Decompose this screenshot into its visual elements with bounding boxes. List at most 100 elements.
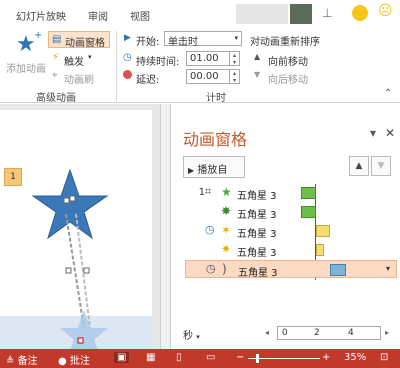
motion-path-icon: ) bbox=[222, 262, 227, 276]
notes-button[interactable]: ≜ 备注 bbox=[6, 352, 38, 367]
zoom-in-icon[interactable]: + bbox=[322, 352, 330, 363]
move-later-button[interactable]: ▼ 向后移动 bbox=[254, 69, 324, 86]
timeline-bar[interactable] bbox=[330, 264, 346, 276]
delay-value: 00.00 bbox=[190, 71, 219, 82]
selection-handle bbox=[83, 267, 90, 274]
row-name: 五角星 3 bbox=[237, 248, 277, 259]
row-name: 五角星 3 bbox=[237, 210, 277, 221]
emphasis-star-icon: ✷ bbox=[221, 242, 232, 256]
account-area[interactable] bbox=[236, 4, 288, 24]
clock-icon: ◷ bbox=[205, 223, 215, 236]
duration-input[interactable]: 01.00 bbox=[186, 51, 230, 66]
play-from-label: 播放自 bbox=[197, 165, 228, 176]
normal-view-icon[interactable]: ▣ bbox=[114, 352, 130, 363]
collapse-ribbon-icon[interactable]: ⌃ bbox=[384, 88, 392, 99]
timeline-bar[interactable] bbox=[316, 244, 324, 256]
status-bar: ≜ 备注 ● 批注 ▣ ▦ ▯ ▭ − + 35% ⊡ bbox=[0, 349, 400, 368]
row-number: 1 bbox=[198, 187, 205, 198]
fit-to-window-icon[interactable]: ⊡ bbox=[380, 352, 388, 363]
chevron-down-icon: ▾ bbox=[88, 53, 92, 61]
animation-pane-label: 动画窗格 bbox=[65, 38, 105, 49]
avatar[interactable] bbox=[290, 4, 312, 24]
animation-row[interactable]: 1 ⌗ ★ 五角星 3 bbox=[185, 184, 397, 202]
timeline-bar[interactable] bbox=[301, 206, 316, 218]
slide-sorter-icon[interactable]: ▦ bbox=[146, 352, 155, 363]
star-shape bbox=[31, 168, 109, 240]
tab-view[interactable]: 视图 bbox=[130, 8, 150, 23]
animation-painter-button[interactable]: ⌖ 动画刷 bbox=[50, 69, 110, 86]
animation-row[interactable]: ✸ 五角星 3 bbox=[185, 203, 397, 221]
animation-pane: 动画窗格 ▾ ✕ ▶ 播放自 ▲ ▼ 1 ⌗ ★ 五角星 3 ✸ 五角星 3 ◷… bbox=[170, 104, 400, 349]
close-icon[interactable]: ✕ bbox=[385, 126, 395, 140]
pane-options-icon[interactable]: ▾ bbox=[370, 126, 376, 140]
mouse-click-icon: ⌗ bbox=[205, 185, 212, 198]
delay-spinner[interactable]: ▴ ▾ bbox=[230, 69, 240, 84]
chevron-down-icon[interactable]: ▾ bbox=[386, 264, 390, 273]
zoom-out-icon[interactable]: − bbox=[236, 352, 244, 363]
play-from-button[interactable]: ▶ 播放自 bbox=[183, 156, 245, 178]
animation-row-selected[interactable]: ◷ ) 五角星 3 ▾ bbox=[185, 260, 397, 279]
timeline-bar[interactable] bbox=[316, 225, 330, 237]
comments-label: 批注 bbox=[69, 356, 90, 367]
ruler-tick: 0 bbox=[282, 328, 288, 338]
move-earlier-label: 向前移动 bbox=[268, 57, 308, 68]
row-name: 五角星 3 bbox=[237, 229, 277, 240]
triangle-up-icon: ▲ bbox=[355, 161, 363, 171]
pin-icon[interactable]: ⊥ bbox=[322, 6, 332, 20]
notes-label: 备注 bbox=[17, 356, 38, 367]
animation-pane-button[interactable]: ▤ 动画窗格 bbox=[48, 31, 110, 49]
group-label-timing: 计时 bbox=[206, 93, 226, 104]
selection-handle bbox=[63, 197, 70, 204]
timeline-ruler[interactable]: 0 2 4 bbox=[277, 326, 381, 340]
delay-icon bbox=[123, 70, 132, 79]
emphasis-burst-icon: ✸ bbox=[221, 204, 232, 218]
comments-button[interactable]: ● 批注 bbox=[58, 352, 90, 367]
start-select[interactable]: 单击时 ▾ bbox=[164, 31, 242, 48]
star-icon: ★ bbox=[16, 32, 36, 57]
move-later-label: 向后移动 bbox=[268, 75, 308, 86]
smiley-icon[interactable] bbox=[352, 5, 368, 21]
animation-row[interactable]: ✷ 五角星 3 bbox=[185, 241, 397, 259]
selection-handle bbox=[77, 337, 84, 344]
ribbon: 幻灯片放映 审阅 视图 ⊥ ☹ ★ + 添加动画 ▤ 动画窗格 ⚡ 触发 ▾ ⌖… bbox=[0, 0, 400, 104]
trigger-button[interactable]: ⚡ 触发 ▾ bbox=[50, 51, 110, 68]
group-label-advanced: 高级动画 bbox=[36, 93, 76, 104]
duration-label: 持续时间: bbox=[136, 57, 180, 68]
start-label: 开始: bbox=[136, 37, 160, 48]
selection-handle bbox=[69, 195, 76, 202]
timeline-bar[interactable] bbox=[301, 187, 316, 199]
reading-view-icon[interactable]: ▯ bbox=[176, 352, 182, 363]
clock-icon: ◷ bbox=[206, 262, 216, 275]
move-up-button[interactable]: ▲ bbox=[349, 156, 369, 176]
zoom-slider-thumb[interactable] bbox=[256, 354, 259, 363]
plus-icon: + bbox=[34, 30, 43, 41]
animation-painter-label: 动画刷 bbox=[64, 75, 94, 86]
chevron-down-icon: ▾ bbox=[196, 333, 200, 341]
start-value: 单击时 bbox=[168, 37, 198, 48]
scroll-left-icon[interactable]: ◂ bbox=[265, 328, 269, 337]
delay-label: 延迟: bbox=[136, 75, 160, 86]
tab-review[interactable]: 审阅 bbox=[88, 8, 108, 23]
scroll-right-icon[interactable]: ▸ bbox=[385, 328, 389, 337]
play-icon: ▶ bbox=[188, 166, 195, 175]
delay-input[interactable]: 00.00 bbox=[186, 69, 230, 84]
duration-spinner[interactable]: ▴ ▾ bbox=[230, 51, 240, 66]
move-down-button[interactable]: ▼ bbox=[371, 156, 391, 176]
animation-tag-number: 1 bbox=[10, 172, 16, 182]
star-shape-with-motion-path[interactable] bbox=[20, 160, 160, 350]
seconds-dropdown[interactable]: 秒 ▾ bbox=[183, 327, 200, 342]
frown-icon[interactable]: ☹ bbox=[378, 3, 393, 19]
selection-handle bbox=[65, 267, 72, 274]
slide-scrollbar[interactable] bbox=[160, 104, 170, 349]
ruler-tick: 2 bbox=[314, 328, 320, 338]
ribbon-tabs: 幻灯片放映 审阅 视图 ⊥ ☹ bbox=[0, 0, 400, 30]
trigger-label: 触发 bbox=[64, 57, 84, 68]
move-earlier-button[interactable]: ▲ 向前移动 bbox=[254, 51, 324, 68]
lightning-icon: ⚡ bbox=[52, 52, 60, 63]
animation-row[interactable]: ◷ ✶ 五角星 3 bbox=[185, 222, 397, 240]
tab-slideshow[interactable]: 幻灯片放映 bbox=[16, 8, 66, 23]
zoom-level[interactable]: 35% bbox=[344, 352, 366, 363]
row-name: 五角星 3 bbox=[238, 268, 278, 279]
entrance-star-icon: ★ bbox=[221, 185, 232, 199]
slideshow-icon[interactable]: ▭ bbox=[206, 352, 215, 363]
